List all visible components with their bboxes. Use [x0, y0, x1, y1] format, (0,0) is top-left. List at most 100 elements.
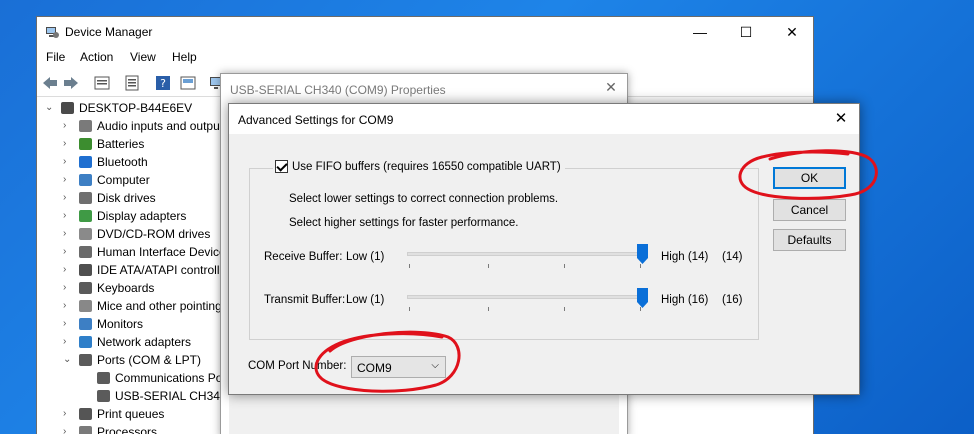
network-icon [79, 336, 92, 348]
mouse-icon [79, 300, 92, 312]
receive-tick [640, 264, 641, 268]
tree-item-label: Mice and other pointing devices [97, 299, 227, 313]
transmit-tick [564, 307, 565, 311]
properties-icon[interactable] [93, 75, 111, 91]
tree-item-label: Network adapters [97, 335, 192, 349]
chevron-down-icon[interactable]: ⌄ [45, 102, 53, 114]
fifo-checkbox[interactable] [275, 160, 288, 173]
tree-item[interactable]: Communications Port (COM1) [37, 369, 227, 387]
maximize-button[interactable]: ☐ [723, 17, 769, 47]
tree-item-label: Keyboards [97, 281, 155, 295]
display-adapter-icon [79, 210, 92, 222]
chevron-right-icon[interactable]: › [63, 408, 71, 420]
device-manager-titlebar[interactable]: Device Manager — ☐ ✕ [37, 17, 813, 47]
speaker-icon [79, 120, 92, 132]
tree-item[interactable]: › Computer [37, 171, 227, 189]
tree-item[interactable]: › Human Interface Devices [37, 243, 227, 261]
view-list-icon[interactable] [123, 75, 141, 91]
minimize-button[interactable]: — [677, 17, 723, 47]
printer-icon [79, 408, 92, 420]
tree-item[interactable]: › Bluetooth [37, 153, 227, 171]
transmit-tick [488, 307, 489, 311]
receive-tick [409, 264, 410, 268]
receive-buffer-label: Receive Buffer: [264, 251, 343, 263]
ide-icon [79, 264, 92, 276]
tree-item[interactable]: › Network adapters [37, 333, 227, 351]
device-manager-title: Device Manager [65, 25, 153, 39]
tree-item-label: Batteries [97, 137, 145, 151]
hid-icon [79, 246, 92, 258]
tree-item-label: Monitors [97, 317, 144, 331]
tree-item[interactable]: › IDE ATA/ATAPI controllers [37, 261, 227, 279]
tree-item[interactable]: › Print queues [37, 405, 227, 423]
tree-item-label: Bluetooth [97, 155, 148, 169]
menu-view[interactable]: View [130, 50, 156, 64]
chevron-right-icon[interactable]: › [63, 156, 71, 168]
com-port-value: COM9 [357, 361, 392, 375]
advanced-settings-titlebar[interactable]: Advanced Settings for COM9 ✕ [229, 104, 859, 134]
chevron-right-icon[interactable]: › [63, 426, 71, 434]
chevron-right-icon[interactable]: › [63, 192, 71, 204]
tree-item[interactable]: › Audio inputs and outputs [37, 117, 227, 135]
tree-item[interactable]: › DVD/CD-ROM drives [37, 225, 227, 243]
receive-slider-track[interactable] [407, 252, 642, 256]
cancel-button[interactable]: Cancel [773, 199, 846, 221]
receive-value: (14) [722, 251, 743, 263]
tree-item[interactable]: › Disk drives [37, 189, 227, 207]
back-arrow-icon[interactable] [41, 75, 59, 91]
menu-help[interactable]: Help [172, 50, 197, 64]
disk-icon [79, 192, 92, 204]
tree-item[interactable]: › Mice and other pointing devices [37, 297, 227, 315]
tree-item[interactable]: › Monitors [37, 315, 227, 333]
forward-arrow-icon[interactable] [62, 75, 80, 91]
port-icon [79, 354, 92, 366]
chevron-right-icon[interactable]: › [63, 228, 71, 240]
tree-item[interactable]: › Batteries [37, 135, 227, 153]
chevron-right-icon[interactable]: › [63, 120, 71, 132]
chevron-right-icon[interactable]: › [63, 300, 71, 312]
fifo-checkbox-row[interactable]: Use FIFO buffers (requires 16550 compati… [273, 160, 565, 173]
com-port-select[interactable]: COM9 ⌵ [351, 356, 446, 378]
tree-item[interactable]: › Processors [37, 423, 227, 434]
transmit-low-label: Low (1) [346, 294, 385, 306]
tree-item-label: Computer [97, 173, 150, 187]
chevron-right-icon[interactable]: › [63, 138, 71, 150]
properties-close-button[interactable]: ✕ [601, 79, 621, 99]
device-manager-icon [46, 27, 59, 38]
chevron-right-icon[interactable]: › [63, 336, 71, 348]
menu-file[interactable]: File [46, 50, 65, 64]
computer-icon [61, 102, 74, 114]
tree-item[interactable]: › Display adapters [37, 207, 227, 225]
menu-action[interactable]: Action [80, 50, 113, 64]
advanced-settings-dialog: Advanced Settings for COM9 ✕ Use FIFO bu… [228, 103, 860, 395]
hint-higher-text: Select higher settings for faster perfor… [289, 217, 519, 229]
tree-item-label: IDE ATA/ATAPI controllers [97, 263, 227, 277]
chevron-right-icon[interactable]: › [63, 318, 71, 330]
tree-item-label: Processors [97, 425, 158, 434]
transmit-slider-track[interactable] [407, 295, 642, 299]
tree-item-label: Ports (COM & LPT) [97, 353, 202, 367]
update-driver-icon[interactable] [179, 75, 197, 91]
tree-item[interactable]: ⌄ DESKTOP-B44E6EV [37, 99, 227, 117]
tree-item[interactable]: ⌄ Ports (COM & LPT) [37, 351, 227, 369]
tree-item[interactable]: USB-SERIAL CH340 (COM9) [37, 387, 227, 405]
close-button[interactable]: ✕ [769, 17, 815, 47]
cdrom-icon [79, 228, 92, 240]
chevron-right-icon[interactable]: › [63, 282, 71, 294]
defaults-button[interactable]: Defaults [773, 229, 846, 251]
help-icon[interactable]: ? [154, 75, 172, 91]
chevron-right-icon[interactable]: › [63, 210, 71, 222]
ok-button[interactable]: OK [773, 167, 846, 189]
transmit-tick [640, 307, 641, 311]
chevron-right-icon[interactable]: › [63, 264, 71, 276]
transmit-buffer-label: Transmit Buffer: [264, 294, 346, 306]
tree-item-label: Human Interface Devices [97, 245, 227, 259]
device-tree: ⌄ DESKTOP-B44E6EV › Audio inputs and output… [37, 99, 227, 434]
tree-item[interactable]: › Keyboards [37, 279, 227, 297]
chevron-right-icon[interactable]: › [63, 246, 71, 258]
tree-item-label: DESKTOP-B44E6EV [79, 101, 193, 115]
chevron-down-icon[interactable]: ⌄ [63, 354, 71, 366]
chevron-right-icon[interactable]: › [63, 174, 71, 186]
advanced-close-button[interactable]: ✕ [831, 109, 851, 129]
port-icon [97, 390, 110, 402]
